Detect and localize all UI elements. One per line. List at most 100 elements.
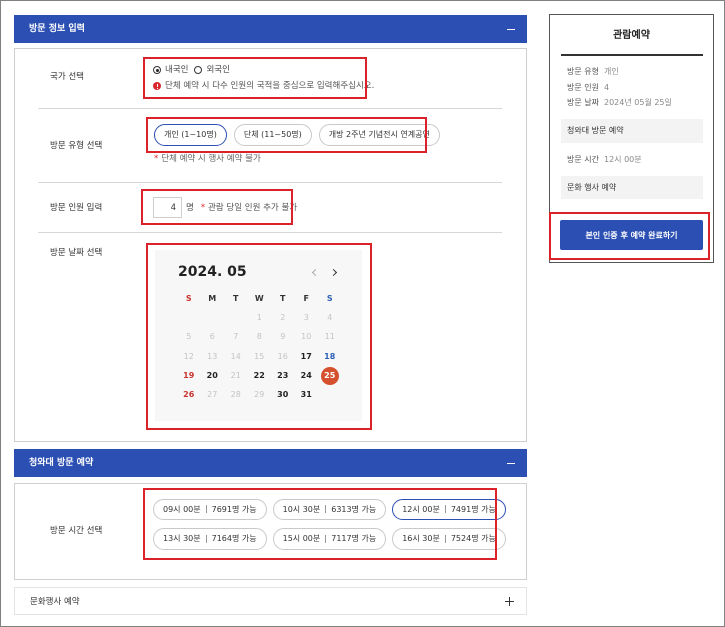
visit-type-option[interactable]: 단체 (11~50명) xyxy=(233,124,312,146)
slot-capacity: 7691명 가능 xyxy=(211,504,257,514)
weekday-header: W xyxy=(254,293,264,303)
calendar-day-number: 14 xyxy=(230,351,241,361)
time-slot-option[interactable]: 16시 30분 7524명 가능 xyxy=(392,528,506,550)
country-error: 단체 예약 시 다수 인원의 국적을 중심으로 입력해주십시오. xyxy=(153,80,374,92)
calendar-day-number: 5 xyxy=(186,332,192,342)
slot-time: 10시 30분 xyxy=(282,504,321,514)
calendar-day[interactable]: 17 xyxy=(295,347,319,366)
calendar-day-number: 13 xyxy=(207,351,218,361)
calendar-day: 1 xyxy=(248,309,272,328)
section-header-palace-visit[interactable]: 청와대 방문 예약 xyxy=(14,449,527,477)
error-message: 단체 예약 시 다수 인원의 국적을 중심으로 입력해주십시오. xyxy=(165,81,375,91)
calendar-day-number: 21 xyxy=(230,370,241,380)
chevron-left-icon xyxy=(311,268,320,277)
calendar-next-button[interactable] xyxy=(329,268,338,277)
calendar-day-number: 16 xyxy=(277,351,288,361)
summary-value: 개인 xyxy=(604,67,619,76)
calendar-day-number: 10 xyxy=(301,332,312,342)
calendar-day-number: 11 xyxy=(324,332,335,342)
time-slot-option[interactable]: 15시 00분 7117명 가능 xyxy=(272,528,387,550)
slot-time: 12시 00분 xyxy=(402,504,440,514)
summary-label: 방문 인원 xyxy=(567,83,599,92)
time-slot-grid: 09시 00분 7691명 가능 10시 30분 6313명 가능 12시 00분 749… xyxy=(153,498,506,550)
calendar-empty-cell xyxy=(318,385,342,404)
calendar-day-number: 24 xyxy=(300,370,312,380)
calendar-day[interactable]: 31 xyxy=(295,385,319,404)
slot-time: 09시 00분 xyxy=(163,504,201,514)
time-slot-option[interactable]: 10시 30분 6313명 가능 xyxy=(272,498,387,520)
required-mark: * xyxy=(154,154,159,164)
slot-separator xyxy=(205,505,207,514)
calendar-day: 4 xyxy=(318,309,342,328)
calendar-day: 27 xyxy=(201,385,225,404)
time-slot-option[interactable]: 09시 00분 7691명 가능 xyxy=(153,498,267,520)
collapse-button[interactable] xyxy=(503,455,519,471)
complete-reservation-button[interactable]: 본인 인증 후 예약 완료하기 xyxy=(560,220,703,250)
calendar-day-number: 20 xyxy=(206,370,218,380)
headcount-label: 방문 인원 입력 xyxy=(50,203,103,213)
country-radio-option[interactable]: 내국인 xyxy=(153,64,188,76)
calendar-day: 3 xyxy=(295,309,319,328)
calendar-day[interactable]: 20 xyxy=(201,366,225,385)
calendar-day: 21 xyxy=(224,366,248,385)
section-header-visit-info[interactable]: 방문 정보 입력 xyxy=(14,15,527,43)
calendar-day: 28 xyxy=(224,385,248,404)
calendar-day-number: 28 xyxy=(230,389,241,399)
calendar-day[interactable]: 24 xyxy=(295,366,319,385)
section-header-culture-event[interactable]: 문화행사 예약 xyxy=(14,587,527,615)
visit-type-note: * 단체 예약 시 행사 예약 불가 xyxy=(154,153,261,165)
calendar-day-number: 25 xyxy=(320,366,339,385)
calendar-day: 6 xyxy=(201,328,225,347)
time-slot-option[interactable]: 12시 00분 7491명 가능 xyxy=(392,498,506,520)
calendar-day: 13 xyxy=(201,347,225,366)
calendar-day[interactable]: 23 xyxy=(271,366,295,385)
calendar-day-number: 29 xyxy=(254,389,265,399)
weekday-header: S xyxy=(185,293,192,303)
slot-capacity: 7117명 가능 xyxy=(331,534,377,544)
divider xyxy=(38,232,502,233)
calendar-day[interactable]: 18 xyxy=(318,347,342,366)
summary-section-palace: 청와대 방문 예약 xyxy=(561,119,703,143)
calendar-day-number: 6 xyxy=(209,332,215,342)
calendar-day: 7 xyxy=(224,328,248,347)
country-radio-option[interactable]: 외국인 xyxy=(194,64,230,76)
plus-icon xyxy=(505,597,514,606)
calendar-day[interactable]: 30 xyxy=(271,385,295,404)
calendar-empty-cell xyxy=(224,309,248,328)
collapse-button[interactable] xyxy=(503,21,519,37)
visit-type-option[interactable]: 개방 2주년 기념전시 연계공연 xyxy=(318,124,440,146)
summary-row: 방문 날짜 2024년 05월 25일 xyxy=(567,97,672,109)
country-label: 국가 선택 xyxy=(50,72,84,82)
slot-separator xyxy=(205,534,207,543)
calendar-prev-button[interactable] xyxy=(311,268,320,277)
time-label: 방문 시간 선택 xyxy=(50,526,103,536)
calendar-day[interactable]: 19 xyxy=(177,366,201,385)
weekday-header: M xyxy=(208,293,217,303)
time-slot-option[interactable]: 13시 30분 7164명 가능 xyxy=(153,528,267,550)
headcount-note: 명 * 관람 당일 인원 추가 불가 xyxy=(186,202,297,214)
calendar-day[interactable]: 25 xyxy=(318,366,342,385)
note-text: 관람 당일 인원 추가 불가 xyxy=(208,203,298,213)
summary-value: 12시 00분 xyxy=(604,155,642,164)
calendar-day[interactable]: 26 xyxy=(177,385,201,404)
summary-value: 2024년 05월 25일 xyxy=(604,98,672,107)
date-label: 방문 날짜 선택 xyxy=(50,248,103,258)
calendar-day-number: 17 xyxy=(300,351,312,361)
calendar-day-number: 9 xyxy=(280,332,286,342)
visit-type-option[interactable]: 개인 (1~10명) xyxy=(154,124,227,146)
calendar: 2024. 05 S M T W T F S 1 2 3 4 5 6 7 8 9 10 11 12 13 14 15 16 1… xyxy=(155,250,362,421)
visit-type-options: 개인 (1~10명) 단체 (11~50명) 개방 2주년 기념전시 연계공연 xyxy=(154,124,440,146)
calendar-day: 29 xyxy=(248,385,272,404)
calendar-day-number: 12 xyxy=(183,351,194,361)
calendar-day[interactable]: 22 xyxy=(248,366,272,385)
visit-type-label: 방문 유형 선택 xyxy=(50,141,103,151)
calendar-day-number: 31 xyxy=(300,389,312,399)
calendar-day: 11 xyxy=(318,328,342,347)
weekday-header: T xyxy=(233,293,239,303)
slot-separator xyxy=(444,505,446,514)
calendar-day-number: 26 xyxy=(183,389,195,399)
calendar-day-number: 27 xyxy=(207,389,218,399)
section-title: 문화행사 예약 xyxy=(30,597,80,607)
slot-separator xyxy=(444,534,446,543)
headcount-input[interactable] xyxy=(153,197,182,218)
